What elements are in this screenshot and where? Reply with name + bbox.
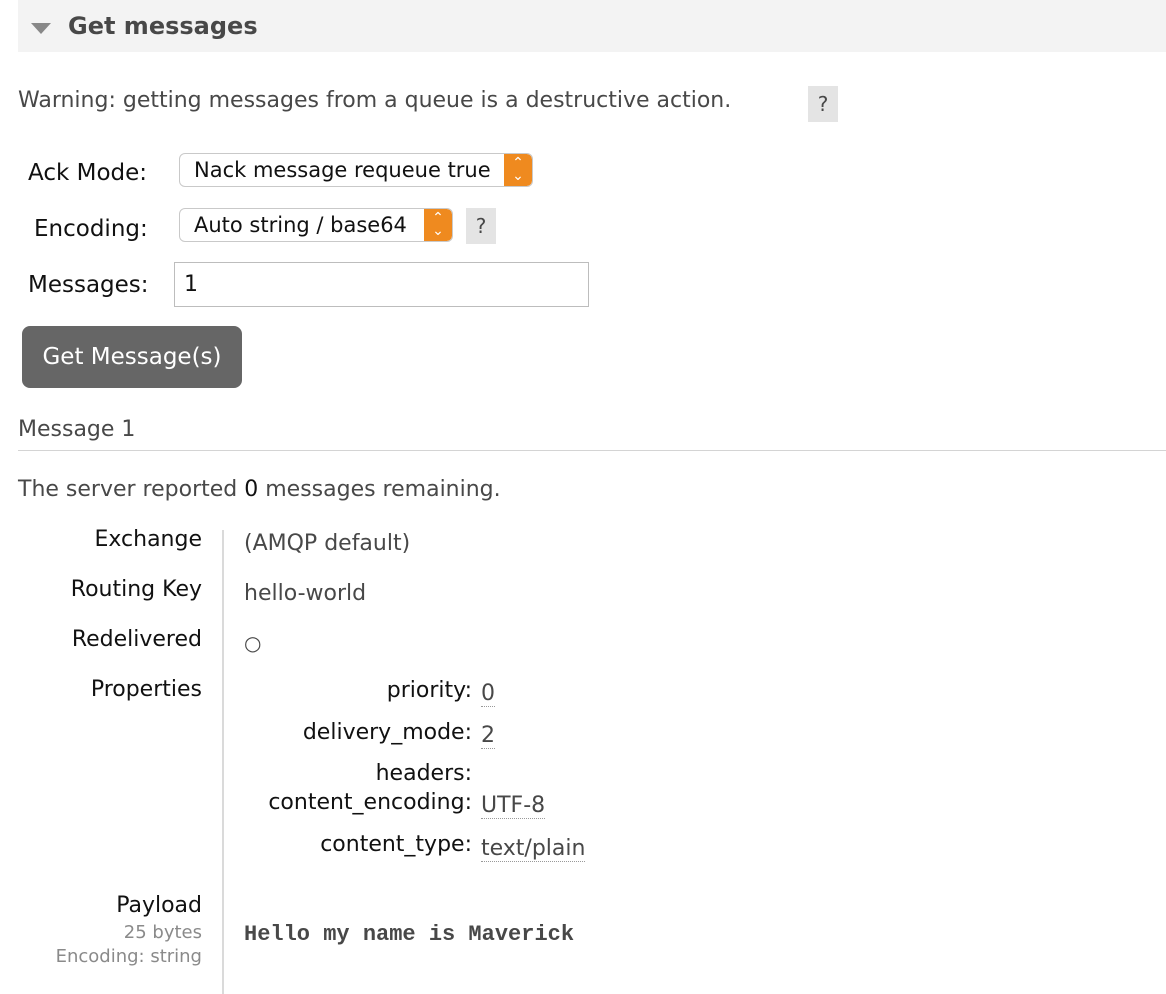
destructive-warning: Warning: getting messages from a queue i… [18,88,732,113]
payload-encoding: Encoding: string [55,946,202,967]
exchange-value: (AMQP default) [244,531,411,556]
payload-label: Payload [116,893,202,918]
warning-help-button[interactable]: ? [808,86,838,122]
section-title: Get messages [68,12,258,40]
delivery-mode-key: delivery_mode: [302,720,472,745]
ack-mode-label: Ack Mode: [28,160,148,186]
collapse-triangle-icon[interactable] [31,23,51,34]
get-messages-button[interactable]: Get Message(s) [22,326,242,388]
priority-key: priority: [386,678,472,703]
content-type-key: content_type: [320,832,472,857]
exchange-label: Exchange [94,527,203,552]
content-encoding-value: UTF-8 [481,793,546,819]
get-messages-section-header[interactable]: Get messages [18,0,1166,52]
encoding-label: Encoding: [34,216,148,242]
headers-key: headers: [375,761,472,786]
encoding-help-button[interactable]: ? [466,208,496,244]
table-divider [222,530,224,994]
redelivered-label: Redelivered [71,627,202,652]
redelivered-icon: ○ [244,631,262,655]
messages-label: Messages: [28,272,149,298]
payload-content: Hello my name is Maverick [244,922,575,947]
ack-mode-select[interactable]: Nack message requeue true ⌃ ⌄ [179,153,533,187]
message-title: Message 1 [18,417,136,442]
divider [18,450,1166,451]
messages-count-input[interactable]: 1 [174,262,589,307]
routing-key-value: hello-world [244,581,367,606]
content-type-value: text/plain [481,836,586,862]
routing-key-label: Routing Key [70,577,202,602]
encoding-value: Auto string / base64 [194,213,407,237]
select-arrows-icon: ⌃ ⌄ [424,209,452,241]
properties-label: Properties [90,677,202,702]
ack-mode-value: Nack message requeue true [194,158,491,182]
delivery-mode-value: 2 [481,723,495,749]
priority-value: 0 [481,681,495,707]
payload-size: 25 bytes [123,922,202,943]
remaining-status: The server reported 0 messages remaining… [18,477,501,502]
encoding-select[interactable]: Auto string / base64 ⌃ ⌄ [179,208,453,242]
content-encoding-key: content_encoding: [268,790,472,815]
select-arrows-icon: ⌃ ⌄ [504,154,532,186]
remaining-count: 0 [244,477,259,502]
